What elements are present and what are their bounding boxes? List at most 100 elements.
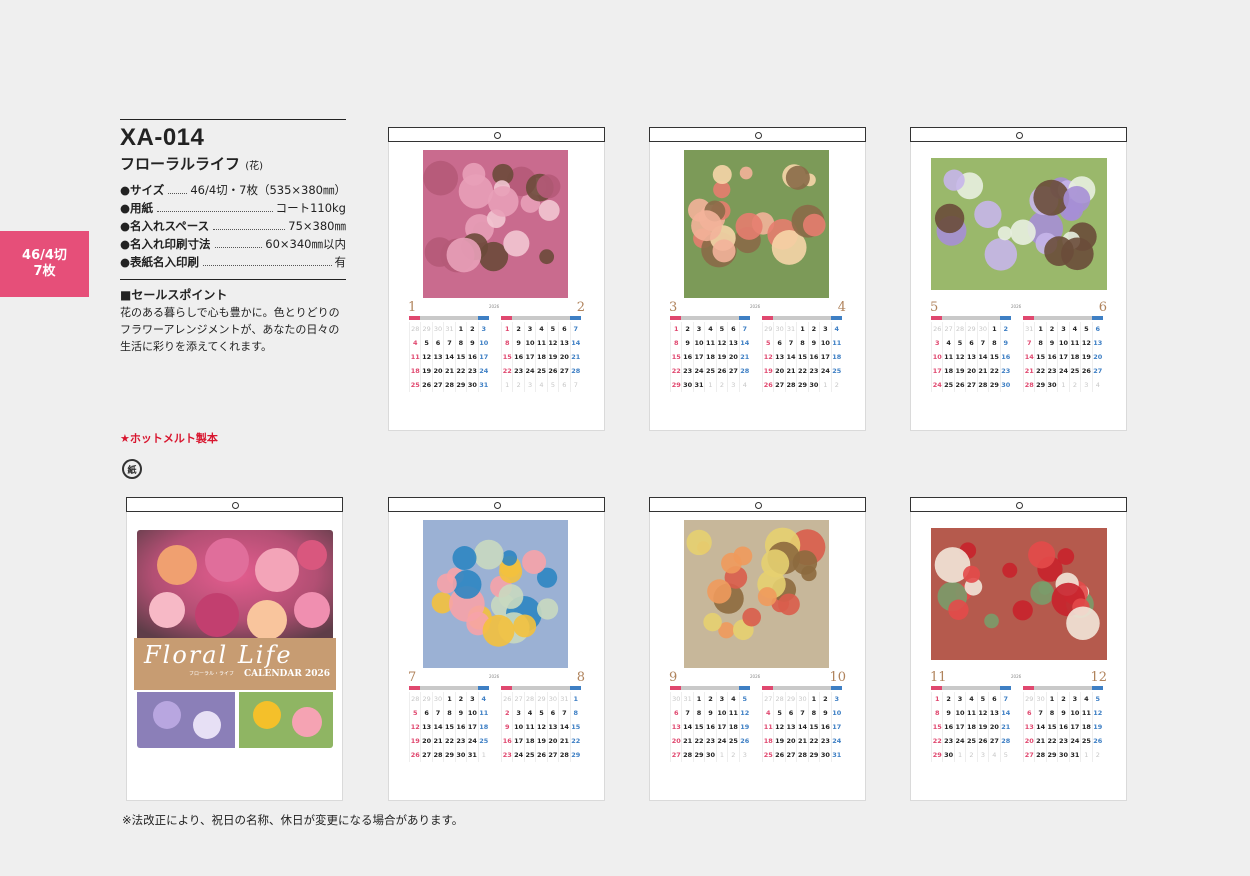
calendar-day: 7 bbox=[569, 322, 581, 336]
leader-dots bbox=[157, 211, 273, 212]
calendar-day: 21 bbox=[976, 364, 988, 378]
weekday-cell bbox=[466, 316, 478, 320]
calendar-day: 27 bbox=[1091, 364, 1103, 378]
calendar-days: 28 29 30 1 2 3 4 5 6 7 8 9 10 11 12 13 14 15 16 17 18 19 20 21 2… bbox=[409, 692, 489, 762]
calendar-day: 14 bbox=[558, 720, 569, 734]
calendar-day: 15 bbox=[807, 720, 819, 734]
calendar-day: 17 bbox=[692, 350, 704, 364]
calendar-day: 28 bbox=[1034, 748, 1045, 762]
calendar-day: 18 bbox=[762, 734, 773, 748]
calendar-day: 6 bbox=[1091, 322, 1103, 336]
calendar-day: 1 bbox=[1057, 378, 1068, 392]
calendar-day: 7 bbox=[1034, 706, 1045, 720]
calendar-day: 1 bbox=[988, 322, 999, 336]
weekday-header bbox=[409, 686, 489, 690]
flower-photo bbox=[684, 150, 829, 298]
calendar-page: 7 2026 8 28 29 30 1 2 3 4 5 6 7 8 9 10 11 12 13 14 15 16 17 18 1… bbox=[388, 497, 605, 801]
calendar-day: 27 bbox=[670, 748, 681, 762]
calendar-day: 25 bbox=[1068, 364, 1080, 378]
calendar-day: 28 bbox=[409, 322, 420, 336]
weekday-cell bbox=[681, 686, 693, 690]
calendar-left: 28 29 30 1 2 3 4 5 6 7 8 9 10 11 12 13 14 15 16 17 18 19 20 21 2… bbox=[409, 686, 489, 762]
calendar-day: 26 bbox=[546, 364, 558, 378]
calendar-day: 31 bbox=[830, 748, 842, 762]
calendar-day: 5 bbox=[420, 336, 431, 350]
calendar-cover: Floral Life フローラル・ライフ CALENDAR 2026 bbox=[126, 497, 343, 801]
weekday-cell bbox=[569, 316, 581, 320]
weekday-header bbox=[409, 316, 489, 320]
year-label: 2026 bbox=[489, 304, 500, 309]
flower-bloom bbox=[801, 565, 817, 582]
calendar-day: 2 bbox=[1057, 692, 1068, 706]
weekday-header bbox=[931, 686, 1011, 690]
weekday-cell bbox=[784, 686, 797, 690]
weekday-cell bbox=[477, 686, 489, 690]
calendar-day: 14 bbox=[999, 706, 1011, 720]
weekday-cell bbox=[535, 316, 547, 320]
weekday-cell bbox=[512, 316, 524, 320]
cover-subtitle: フローラル・ライフ bbox=[189, 671, 235, 677]
weekday-cell bbox=[762, 316, 774, 320]
flower-bloom bbox=[501, 550, 518, 566]
flower-bloom bbox=[974, 200, 1002, 228]
month-number-left: 11 bbox=[930, 670, 947, 685]
calendar-day: 20 bbox=[546, 734, 558, 748]
calendar-day: 29 bbox=[454, 378, 466, 392]
calendar-day: 31 bbox=[443, 322, 454, 336]
calendar-day: 30 bbox=[807, 378, 819, 392]
calendar-days: 26 27 28 29 30 31 1 2 3 4 5 6 7 8 9 10 11 12 13 14 15 16 17 18 1… bbox=[501, 692, 581, 762]
flower-bloom bbox=[1038, 581, 1052, 595]
calendar-day: 1 bbox=[443, 692, 454, 706]
month-header: 1 2026 2 bbox=[389, 300, 604, 315]
flower-bloom bbox=[761, 549, 790, 578]
weekday-cell bbox=[466, 686, 478, 690]
spec-row: ●用紙 コート110kg bbox=[120, 200, 346, 218]
calendar-day: 3 bbox=[523, 378, 535, 392]
calendar-day: 22 bbox=[443, 734, 454, 748]
leader-dots bbox=[168, 193, 188, 194]
calendar-day: 29 bbox=[1045, 748, 1057, 762]
hanger-strip bbox=[649, 127, 866, 142]
calendar-day: 18 bbox=[477, 720, 489, 734]
calendar-day: 15 bbox=[692, 720, 704, 734]
weekday-cell bbox=[988, 316, 1000, 320]
calendar-day: 7 bbox=[431, 706, 443, 720]
calendar-day: 6 bbox=[670, 706, 681, 720]
weekday-cell bbox=[1091, 686, 1103, 690]
calendar-day: 22 bbox=[454, 364, 466, 378]
weekday-cell bbox=[535, 686, 547, 690]
calendar-day: 3 bbox=[477, 322, 489, 336]
calendar-day: 27 bbox=[546, 748, 558, 762]
calendar-day: 14 bbox=[443, 350, 454, 364]
calendar-day: 23 bbox=[999, 364, 1011, 378]
calendar-day: 30 bbox=[999, 378, 1011, 392]
weekday-cell bbox=[546, 316, 559, 320]
weekday-cell bbox=[988, 686, 1000, 690]
flower-bloom bbox=[539, 249, 555, 265]
calendar-day: 1 bbox=[1080, 748, 1091, 762]
calendar-left: 30 31 1 2 3 4 5 6 7 8 9 10 11 12 13 14 15 16 17 18 19 20 21 22 2… bbox=[670, 686, 750, 762]
weekday-cell bbox=[558, 686, 570, 690]
product-code: XA-014 bbox=[120, 124, 205, 151]
calendar-day: 24 bbox=[953, 734, 965, 748]
calendar-day: 27 bbox=[512, 692, 523, 706]
flower-bloom bbox=[735, 212, 763, 240]
calendar-day: 8 bbox=[670, 336, 681, 350]
weekday-cell bbox=[715, 686, 728, 690]
weekday-cell bbox=[523, 316, 536, 320]
weekday-cell bbox=[409, 316, 421, 320]
calendar-day: 30 bbox=[1034, 692, 1045, 706]
hanger-strip bbox=[910, 127, 1127, 142]
calendar-day: 24 bbox=[1068, 734, 1080, 748]
weekday-cell bbox=[523, 686, 536, 690]
calendar-day: 26 bbox=[501, 692, 512, 706]
year-label: 2026 bbox=[750, 304, 761, 309]
calendar-day: 28 bbox=[523, 692, 535, 706]
flower-bloom bbox=[757, 587, 777, 607]
calendar-day: 30 bbox=[431, 322, 443, 336]
weekday-cell bbox=[999, 316, 1011, 320]
flower-bloom bbox=[503, 230, 530, 257]
calendar-day: 23 bbox=[942, 734, 953, 748]
flower-bloom bbox=[538, 199, 560, 221]
calendar-day: 5 bbox=[715, 322, 727, 336]
